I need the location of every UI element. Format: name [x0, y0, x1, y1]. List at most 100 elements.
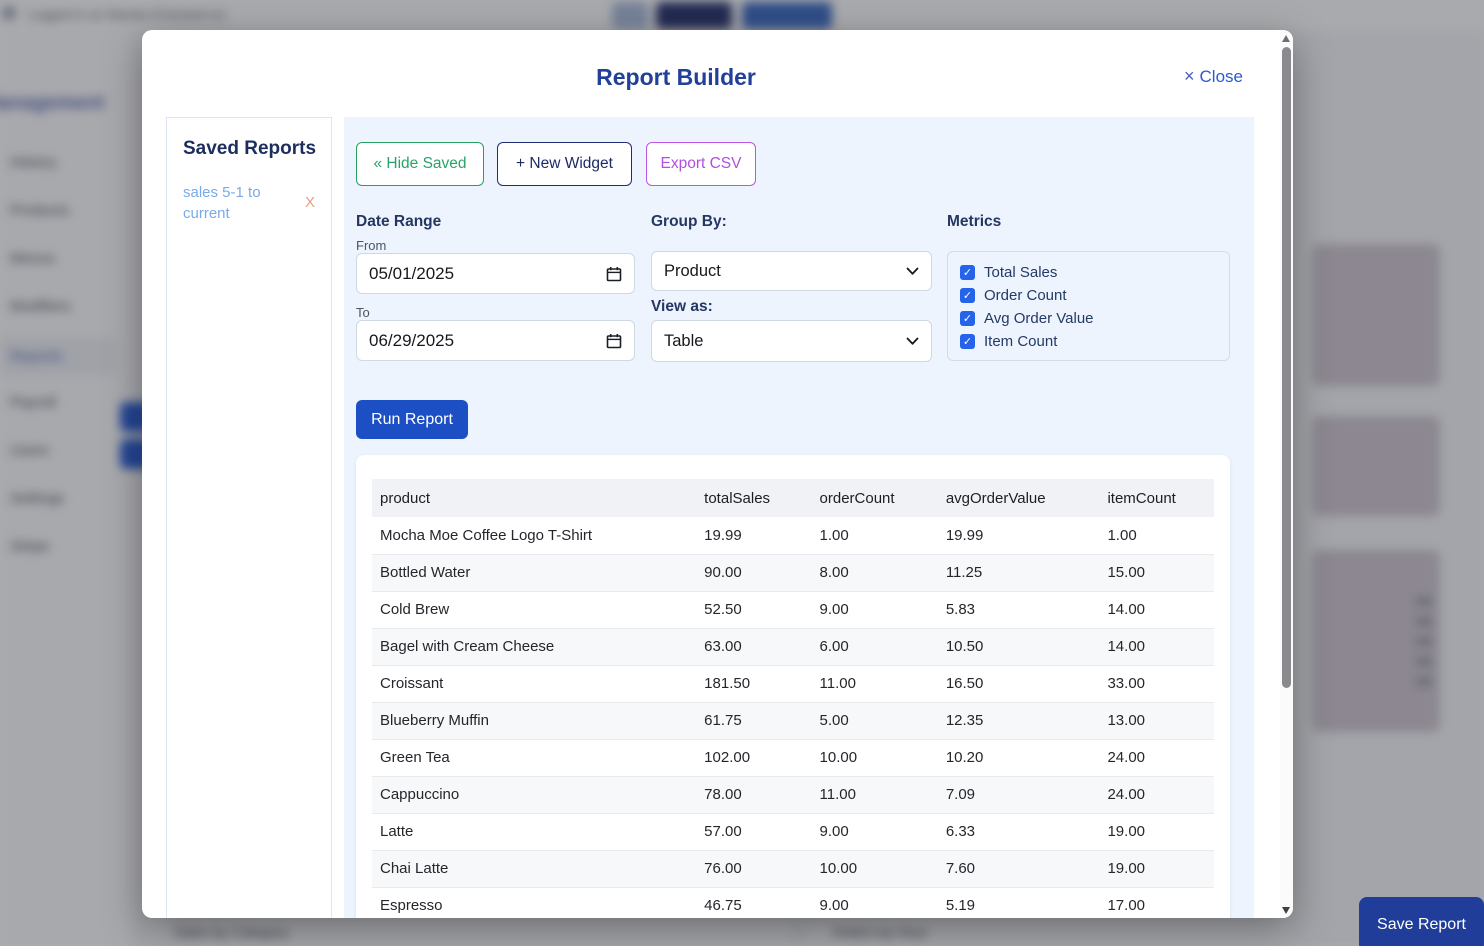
from-label: From [356, 238, 386, 253]
table-cell: 11.25 [938, 554, 1100, 591]
table-cell: 19.99 [938, 517, 1100, 554]
column-header-totalSales: totalSales [696, 479, 811, 517]
table-cell: 181.50 [696, 665, 811, 702]
scrollbar-thumb[interactable] [1282, 47, 1291, 688]
table-cell: 90.00 [696, 554, 811, 591]
column-header-orderCount: orderCount [812, 479, 938, 517]
table-row: Espresso46.759.005.1917.00 [372, 887, 1214, 918]
table-cell: 10.20 [938, 739, 1100, 776]
table-cell: Espresso [372, 887, 696, 918]
metric-option: ✓Order Count [960, 284, 1217, 307]
table-cell: Green Tea [372, 739, 696, 776]
metric-option: ✓ Item Count [960, 330, 1217, 353]
table-cell: 1.00 [1099, 517, 1214, 554]
table-cell: 46.75 [696, 887, 811, 918]
table-row: Cappuccino78.0011.007.0924.00 [372, 776, 1214, 813]
table-cell: 19.00 [1099, 813, 1214, 850]
table-row: Bottled Water90.008.0011.2515.00 [372, 554, 1214, 591]
table-header-row: producttotalSalesorderCountavgOrderValue… [372, 479, 1214, 517]
close-button[interactable]: × Close [1184, 66, 1243, 87]
table-row: Chai Latte76.0010.007.6019.00 [372, 850, 1214, 887]
table-row: Croissant181.5011.0016.5033.00 [372, 665, 1214, 702]
metrics-label: Metrics [947, 213, 1001, 231]
table-cell: 7.60 [938, 850, 1100, 887]
table-row: Cold Brew52.509.005.8314.00 [372, 591, 1214, 628]
from-date-input[interactable]: 05/01/2025 [356, 253, 635, 294]
checkbox-checked-icon[interactable]: ✓ [960, 288, 975, 303]
table-cell: 5.83 [938, 591, 1100, 628]
table-cell: 1.00 [812, 517, 938, 554]
view-as-value: Table [664, 332, 703, 351]
table-cell: Blueberry Muffin [372, 702, 696, 739]
table-row: Green Tea102.0010.0010.2024.00 [372, 739, 1214, 776]
table-cell: 6.33 [938, 813, 1100, 850]
table-cell: 12.35 [938, 702, 1100, 739]
table-cell: 76.00 [696, 850, 811, 887]
metric-option-label: Item Count [984, 333, 1057, 350]
table-cell: 8.00 [812, 554, 938, 591]
metric-option: ✓ Avg Order Value [960, 307, 1217, 330]
table-cell: Latte [372, 813, 696, 850]
table-cell: 10.50 [938, 628, 1100, 665]
saved-reports-panel: Saved Reports sales 5-1 to current X [166, 117, 332, 918]
table-cell: 17.00 [1099, 887, 1214, 918]
checkbox-checked-icon[interactable]: ✓ [960, 311, 975, 326]
date-range-label: Date Range [356, 213, 441, 231]
table-cell: Bagel with Cream Cheese [372, 628, 696, 665]
column-header-avgOrderValue: avgOrderValue [938, 479, 1100, 517]
modal-scrollbar[interactable] [1280, 30, 1293, 918]
table-cell: 7.09 [938, 776, 1100, 813]
table-cell: 33.00 [1099, 665, 1214, 702]
to-date-input[interactable]: 06/29/2025 [356, 320, 635, 361]
metrics-group: ✓Total Sales✓Order Count✓Avg Order Value… [947, 251, 1230, 361]
chevron-down-icon [906, 267, 919, 276]
table-cell: 52.50 [696, 591, 811, 628]
export-csv-button[interactable]: Export CSV [646, 142, 756, 186]
scroll-up-arrow-icon[interactable] [1282, 35, 1290, 42]
table-cell: 13.00 [1099, 702, 1214, 739]
run-report-button[interactable]: Run Report [356, 400, 468, 439]
close-label: Close [1200, 67, 1243, 87]
table-cell: 9.00 [812, 887, 938, 918]
metric-option: ✓ Total Sales [960, 261, 1217, 284]
report-results-card: producttotalSalesorderCountavgOrderValue… [356, 455, 1230, 918]
table-row: Bagel with Cream Cheese63.006.0010.5014.… [372, 628, 1214, 665]
table-cell: 16.50 [938, 665, 1100, 702]
hide-saved-button[interactable]: « Hide Saved [356, 142, 484, 186]
close-icon: × [1184, 66, 1195, 87]
table-cell: Bottled Water [372, 554, 696, 591]
table-cell: 9.00 [812, 591, 938, 628]
chevron-down-icon [906, 337, 919, 346]
metric-option-label: Avg Order Value [984, 310, 1094, 327]
delete-saved-report-button[interactable]: X [305, 194, 315, 211]
screen: Logged in as Wanda (Checked In) Manageme… [0, 0, 1484, 946]
table-cell: 9.00 [812, 813, 938, 850]
group-by-select[interactable]: Product [651, 251, 932, 291]
saved-report-link[interactable]: sales 5-1 to current [183, 182, 283, 224]
table-cell: 10.00 [812, 850, 938, 887]
save-report-button[interactable]: Save Report [1359, 897, 1484, 946]
table-cell: 11.00 [812, 665, 938, 702]
checkbox-checked-icon[interactable]: ✓ [960, 265, 975, 280]
report-results-table: producttotalSalesorderCountavgOrderValue… [372, 479, 1214, 918]
calendar-icon[interactable] [606, 266, 622, 282]
checkbox-checked-icon[interactable]: ✓ [960, 334, 975, 349]
to-date-value: 06/29/2025 [369, 331, 454, 351]
scroll-down-arrow-icon[interactable] [1282, 907, 1290, 914]
modal-title: Report Builder [142, 64, 1280, 91]
new-widget-button[interactable]: + New Widget [497, 142, 632, 186]
table-cell: 57.00 [696, 813, 811, 850]
report-toolbar: « Hide Saved + New Widget Export CSV [356, 142, 756, 186]
table-row: Latte57.009.006.3319.00 [372, 813, 1214, 850]
table-cell: 63.00 [696, 628, 811, 665]
group-by-value: Product [664, 262, 721, 281]
table-cell: 5.19 [938, 887, 1100, 918]
to-label: To [356, 305, 370, 320]
table-cell: 15.00 [1099, 554, 1214, 591]
metric-option-label: Total Sales [984, 264, 1057, 281]
table-cell: 24.00 [1099, 776, 1214, 813]
view-as-select[interactable]: Table [651, 320, 932, 362]
report-form-panel: « Hide Saved + New Widget Export CSV Dat… [344, 117, 1254, 918]
table-row: Blueberry Muffin61.755.0012.3513.00 [372, 702, 1214, 739]
calendar-icon[interactable] [606, 333, 622, 349]
